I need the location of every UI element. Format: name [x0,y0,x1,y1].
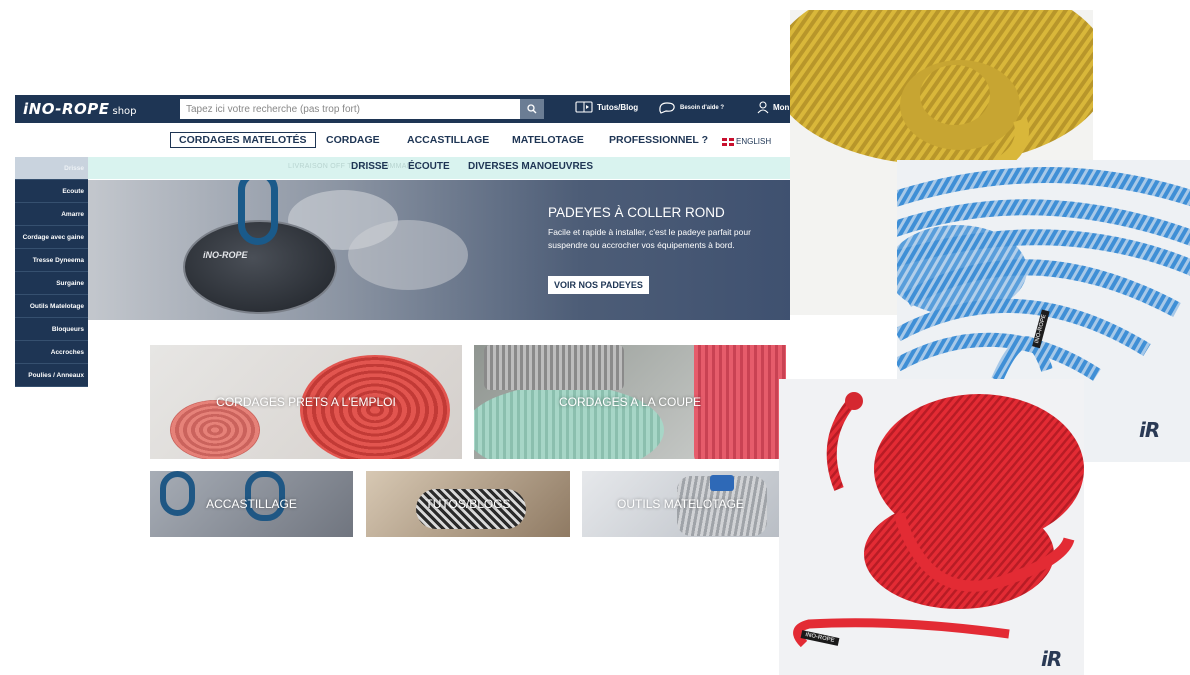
rope-loop-image [238,180,278,245]
sidebar-item-bloqueurs[interactable]: Bloqueurs [15,318,88,341]
padeye-disc-background [348,220,468,290]
disc-logo-text: iNO-ROPE [203,250,248,260]
hero-cta-button[interactable]: VOIR NOS PADEYES [548,276,649,294]
tile-tutos-blogs[interactable]: TUTOS/BLOGS [366,471,570,537]
tile-label: CORDAGES A LA COUPE [558,395,702,409]
submenu-drisse[interactable]: DRISSE [351,161,388,172]
tool-image [710,475,734,491]
uk-flag-icon [722,137,734,146]
tile-label: ACCASTILLAGE [206,497,297,511]
language-switch[interactable]: ENGLISH [722,137,771,146]
site-logo[interactable]: iNO-ROPE shop [23,100,137,118]
sidebar-item-cordage-avec-gaine[interactable]: Cordage avec gaine [15,226,88,249]
sidebar-item-outils-matelotage[interactable]: Outils Matelotage [15,295,88,318]
help-link[interactable]: Besoin d'aide ? [658,101,724,114]
user-icon [757,101,769,114]
spool-image [694,345,786,459]
book-icon [575,101,593,113]
nav-cordages-matelotes[interactable]: CORDAGES MATELOTÉS [170,132,316,148]
tile-accastillage[interactable]: ACCASTILLAGE [150,471,353,537]
tutos-blog-link[interactable]: Tutos/Blog [575,101,638,113]
search-input[interactable] [180,99,520,119]
submenu-diverses-manoeuvres[interactable]: DIVERSES MANOEUVRES [468,161,593,172]
search-icon [527,104,537,114]
nav-accastillage[interactable]: ACCASTILLAGE [407,134,489,146]
sidebar-item-surgaine[interactable]: Surgaine [15,272,88,295]
ir-logo: iR [1139,418,1160,442]
nav-professionnel[interactable]: PROFESSIONNEL ? [609,134,708,146]
rope-loop-image [245,471,285,521]
tile-label: TUTOS/BLOGS [425,497,511,511]
submenu-ecoute[interactable]: ÉCOUTE [408,161,450,172]
nav-matelotage[interactable]: MATELOTAGE [512,134,584,146]
hero-description: Facile et rapide à installer, c'est le p… [548,227,751,250]
nav-cordage[interactable]: CORDAGE [326,134,380,146]
spool-image [484,345,624,390]
tile-outils-matelotage[interactable]: OUTILS MATELOTAGE [582,471,779,537]
sidebar-item-poulies-anneaux[interactable]: Poulies / Anneaux [15,364,88,387]
search-button[interactable] [520,99,544,119]
tile-cordages-prets[interactable]: CORDAGES PRETS A L'EMPLOI [150,345,462,459]
tile-label: OUTILS MATELOTAGE [617,497,744,511]
chat-bubble-icon [659,102,675,114]
tile-cordages-coupe[interactable]: CORDAGES A LA COUPE [474,345,786,459]
rope-loop-image [160,471,195,516]
tile-label: CORDAGES PRETS A L'EMPLOI [216,395,396,409]
sidebar-item-ecoute[interactable]: Ecoute [15,180,88,203]
sidebar-item-tresse-dyneema[interactable]: Tresse Dyneema [15,249,88,272]
sidebar-item-drisse[interactable]: Drisse [15,157,88,180]
ir-logo: iR [1041,647,1062,671]
account-link[interactable]: Mon [757,101,789,114]
hero-banner: iNO-ROPE PADEYES À COLLER ROND Facile et… [88,180,790,320]
category-sidebar: Drisse Ecoute Amarre Cordage avec gaine … [15,157,88,387]
top-bar: iNO-ROPEshop Tutos/Blog Besoin d'aide ? … [15,95,790,123]
sidebar-item-accroches[interactable]: Accroches [15,341,88,364]
red-rope-image [793,392,1084,648]
sidebar-item-amarre[interactable]: Amarre [15,203,88,226]
hero-title: PADEYES À COLLER ROND [548,205,725,220]
red-rope-photo: iNO-ROPE iR [779,379,1084,675]
main-nav: CORDAGES MATELOTÉS CORDAGE ACCASTILLAGE … [15,128,790,154]
